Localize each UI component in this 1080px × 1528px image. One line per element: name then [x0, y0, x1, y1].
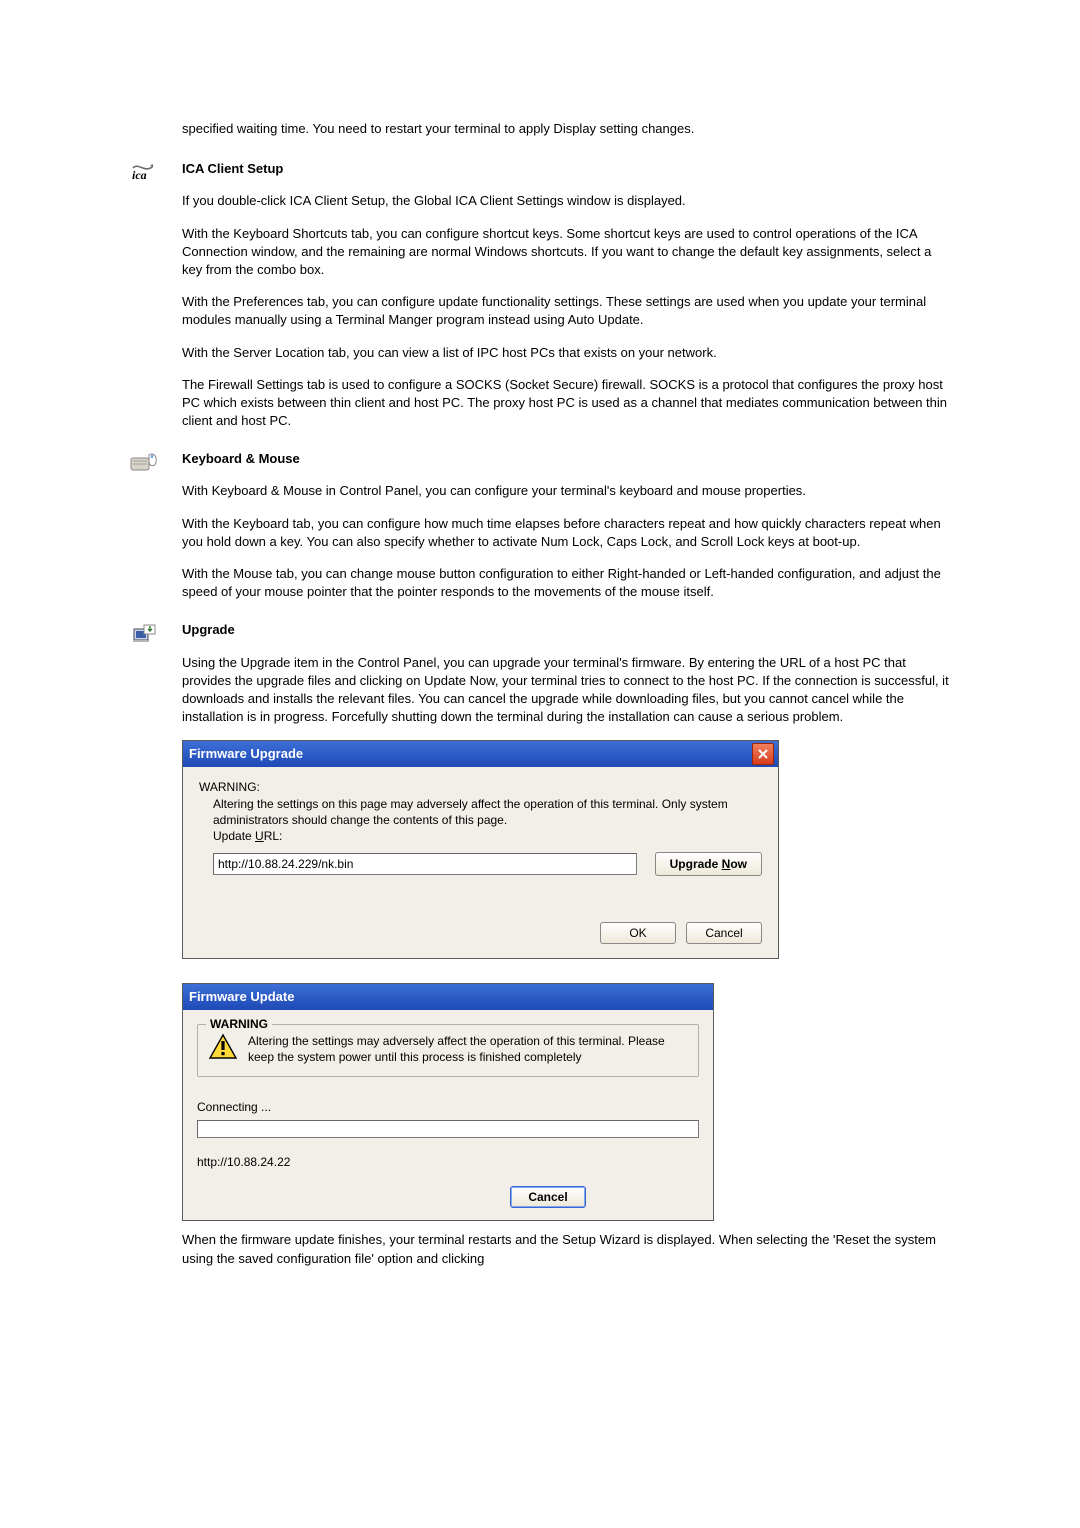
upgrade-p1: Using the Upgrade item in the Control Pa…	[182, 654, 950, 727]
update-address: http://10.88.24.22	[197, 1154, 699, 1171]
close-icon[interactable]	[752, 743, 774, 765]
km-section-row: Keyboard & Mouse With Keyboard & Mouse i…	[130, 450, 950, 615]
svg-text:ica: ica	[132, 168, 147, 182]
update-warning-text: Altering the settings may adversely affe…	[248, 1033, 688, 1065]
keyboard-mouse-icon	[130, 462, 158, 477]
update-url-label: Update URL:	[199, 828, 762, 844]
firmware-update-titlebar: Firmware Update	[183, 984, 713, 1010]
km-p1: With Keyboard & Mouse in Control Panel, …	[182, 482, 950, 500]
ica-p3: With the Preferences tab, you can config…	[182, 293, 950, 329]
firmware-upgrade-titlebar: Firmware Upgrade	[183, 741, 778, 767]
ok-button[interactable]: OK	[600, 922, 676, 944]
firmware-upgrade-dialog: Firmware Upgrade WARNING: Altering the s…	[182, 740, 779, 959]
display-continuation-row: specified waiting time. You need to rest…	[130, 120, 950, 152]
warning-groupbox: WARNING Altering the settings may advers…	[197, 1024, 699, 1077]
upgrade-now-button[interactable]: Upgrade Now	[655, 852, 762, 876]
firmware-update-title: Firmware Update	[189, 988, 294, 1006]
ica-p1: If you double-click ICA Client Setup, th…	[182, 192, 950, 210]
update-cancel-button[interactable]: Cancel	[510, 1186, 586, 1208]
warning-group-label: WARNING	[206, 1016, 272, 1033]
warning-text: Altering the settings on this page may a…	[199, 796, 762, 828]
update-url-input[interactable]	[213, 853, 637, 875]
warning-label: WARNING:	[199, 779, 762, 795]
warning-triangle-icon	[208, 1033, 238, 1066]
ica-p5: The Firewall Settings tab is used to con…	[182, 376, 950, 431]
ica-icon: ica	[130, 170, 156, 185]
footer-p1: When the firmware update finishes, your …	[182, 1231, 950, 1267]
ica-section-row: ica ICA Client Setup If you double-click…	[130, 160, 950, 444]
ica-p2: With the Keyboard Shortcuts tab, you can…	[182, 225, 950, 280]
firmware-update-dialog: Firmware Update WARNING	[182, 983, 714, 1221]
connecting-label: Connecting ...	[197, 1099, 699, 1116]
ica-heading: ICA Client Setup	[182, 160, 950, 178]
upgrade-icon	[130, 635, 158, 650]
upgrade-heading: Upgrade	[182, 621, 950, 639]
cancel-button[interactable]: Cancel	[686, 922, 762, 944]
km-p3: With the Mouse tab, you can change mouse…	[182, 565, 950, 601]
km-p2: With the Keyboard tab, you can configure…	[182, 515, 950, 551]
progress-bar	[197, 1120, 699, 1138]
firmware-upgrade-title: Firmware Upgrade	[189, 745, 303, 763]
ica-p4: With the Server Location tab, you can vi…	[182, 344, 950, 362]
display-continuation: specified waiting time. You need to rest…	[182, 120, 950, 138]
upgrade-section-row: Upgrade Using the Upgrade item in the Co…	[130, 621, 950, 1281]
km-heading: Keyboard & Mouse	[182, 450, 950, 468]
